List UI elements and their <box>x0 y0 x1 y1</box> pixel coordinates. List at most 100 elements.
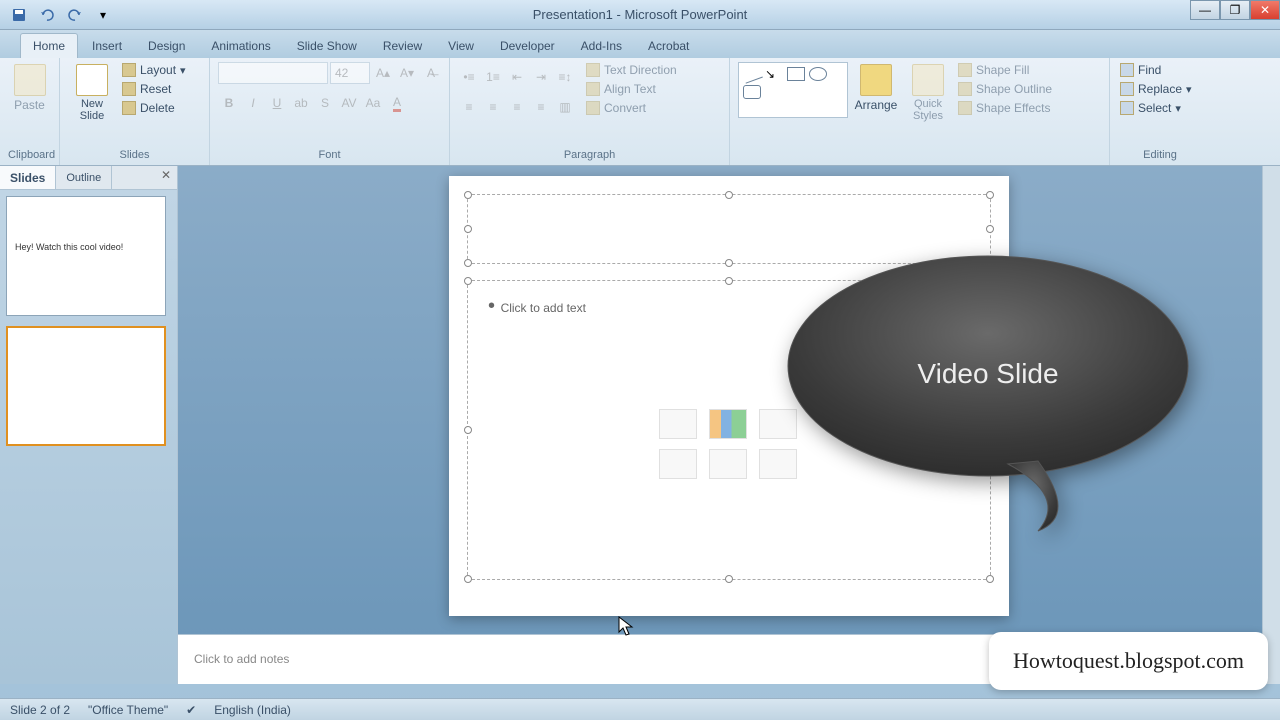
panel-tabs: Slides Outline ✕ <box>0 166 177 190</box>
shape-outline-icon <box>958 82 972 96</box>
clipboard-group-label: Clipboard <box>8 149 51 163</box>
slide-panel: Slides Outline ✕ Hey! Watch this cool vi… <box>0 166 178 684</box>
indent-dec-button[interactable]: ⇤ <box>506 66 528 88</box>
align-center-button[interactable]: ≡ <box>482 96 504 118</box>
tab-developer[interactable]: Developer <box>488 34 567 58</box>
slide-counter: Slide 2 of 2 <box>10 703 70 717</box>
close-button[interactable]: ✕ <box>1250 0 1280 20</box>
shapes-gallery[interactable]: ↘ <box>738 62 848 118</box>
quick-styles-icon <box>912 64 944 96</box>
paste-icon <box>14 64 46 96</box>
font-size-input[interactable]: 42 <box>330 62 370 84</box>
shrink-font-icon[interactable]: A▾ <box>396 62 418 84</box>
undo-icon[interactable] <box>36 4 58 26</box>
new-slide-label: New Slide <box>80 98 104 122</box>
callout-overlay: Video Slide <box>778 246 1198 536</box>
theme-name: "Office Theme" <box>88 703 168 717</box>
status-bar: Slide 2 of 2 "Office Theme" ✔ English (I… <box>0 698 1280 720</box>
tab-addins[interactable]: Add-Ins <box>569 34 634 58</box>
tab-view[interactable]: View <box>436 34 486 58</box>
tab-insert[interactable]: Insert <box>80 34 134 58</box>
font-group-label: Font <box>218 149 441 163</box>
redo-icon[interactable] <box>64 4 86 26</box>
font-family-input[interactable] <box>218 62 328 84</box>
convert-smartart-button[interactable]: Convert <box>584 100 679 116</box>
replace-button[interactable]: Replace ▾ <box>1118 81 1194 97</box>
shape-fill-icon <box>958 63 972 77</box>
shape-fill-button[interactable]: Shape Fill <box>956 62 1054 78</box>
line-spacing-button[interactable]: ≡↕ <box>554 66 576 88</box>
language-status[interactable]: English (India) <box>214 703 291 717</box>
char-spacing-button[interactable]: AV <box>338 92 360 114</box>
watermark: Howtoquest.blogspot.com <box>989 632 1268 690</box>
bullets-button[interactable]: •≡ <box>458 66 480 88</box>
cursor-icon <box>618 616 634 636</box>
insert-clipart-icon[interactable] <box>709 449 747 479</box>
tab-home[interactable]: Home <box>20 33 78 58</box>
new-slide-button[interactable]: New Slide <box>68 62 116 124</box>
paste-label: Paste <box>14 98 45 112</box>
numbering-button[interactable]: 1≡ <box>482 66 504 88</box>
slide-stage: • Click to add text <box>178 166 1280 634</box>
bold-button[interactable]: B <box>218 92 240 114</box>
arrange-icon <box>860 64 892 96</box>
shape-outline-button[interactable]: Shape Outline <box>956 81 1054 97</box>
font-color-button[interactable]: A <box>386 92 408 114</box>
tab-animations[interactable]: Animations <box>199 34 282 58</box>
ribbon-tabs: Home Insert Design Animations Slide Show… <box>0 30 1280 58</box>
delete-button[interactable]: Delete <box>120 100 188 116</box>
tab-acrobat[interactable]: Acrobat <box>636 34 701 58</box>
insert-picture-icon[interactable] <box>659 449 697 479</box>
slide-thumb-1[interactable]: Hey! Watch this cool video! <box>6 196 166 316</box>
qat-more-icon[interactable]: ▾ <box>92 4 114 26</box>
tab-review[interactable]: Review <box>371 34 434 58</box>
reset-icon <box>122 82 136 96</box>
arrange-button[interactable]: Arrange <box>852 62 900 114</box>
change-case-button[interactable]: Aa <box>362 92 384 114</box>
quick-styles-button[interactable]: Quick Styles <box>904 62 952 124</box>
outline-tab[interactable]: Outline <box>56 166 112 189</box>
maximize-button[interactable]: ❐ <box>1220 0 1250 20</box>
text-direction-button[interactable]: Text Direction <box>584 62 679 78</box>
delete-icon <box>122 101 136 115</box>
group-editing: Find Replace ▾ Select ▾ Editing <box>1110 58 1210 165</box>
tab-slideshow[interactable]: Slide Show <box>285 34 369 58</box>
shape-effects-icon <box>958 101 972 115</box>
layout-button[interactable]: Layout ▾ <box>120 62 188 78</box>
insert-chart-icon[interactable] <box>709 409 747 439</box>
spellcheck-icon[interactable]: ✔ <box>186 703 196 717</box>
new-slide-icon <box>76 64 108 96</box>
slides-tab[interactable]: Slides <box>0 166 56 189</box>
indent-inc-button[interactable]: ⇥ <box>530 66 552 88</box>
find-button[interactable]: Find <box>1118 62 1194 78</box>
slide-thumb-2[interactable] <box>6 326 166 446</box>
panel-close-icon[interactable]: ✕ <box>155 166 177 189</box>
minimize-button[interactable]: — <box>1190 0 1220 20</box>
shadow-button[interactable]: S <box>314 92 336 114</box>
strike-button[interactable]: ab <box>290 92 312 114</box>
columns-button[interactable]: ▥ <box>554 96 576 118</box>
roundrect-shape-icon <box>743 85 761 99</box>
insert-table-icon[interactable] <box>659 409 697 439</box>
tab-design[interactable]: Design <box>136 34 197 58</box>
reset-button[interactable]: Reset <box>120 81 188 97</box>
clear-format-icon[interactable]: A̶ <box>420 62 442 84</box>
select-icon <box>1120 101 1134 115</box>
grow-font-icon[interactable]: A▴ <box>372 62 394 84</box>
group-font: 42 A▴ A▾ A̶ B I U ab S AV Aa A Font <box>210 58 450 165</box>
vertical-scrollbar[interactable] <box>1262 166 1280 684</box>
italic-button[interactable]: I <box>242 92 264 114</box>
justify-button[interactable]: ≡ <box>530 96 552 118</box>
align-right-button[interactable]: ≡ <box>506 96 528 118</box>
oval-shape-icon <box>809 67 827 81</box>
select-button[interactable]: Select ▾ <box>1118 100 1194 116</box>
paste-button[interactable]: Paste <box>8 62 51 114</box>
slides-group-label: Slides <box>68 149 201 163</box>
align-text-icon <box>586 82 600 96</box>
shape-effects-button[interactable]: Shape Effects <box>956 100 1054 116</box>
save-icon[interactable] <box>8 4 30 26</box>
align-text-button[interactable]: Align Text <box>584 81 679 97</box>
align-left-button[interactable]: ≡ <box>458 96 480 118</box>
window-title: Presentation1 - Microsoft PowerPoint <box>533 7 748 22</box>
underline-button[interactable]: U <box>266 92 288 114</box>
